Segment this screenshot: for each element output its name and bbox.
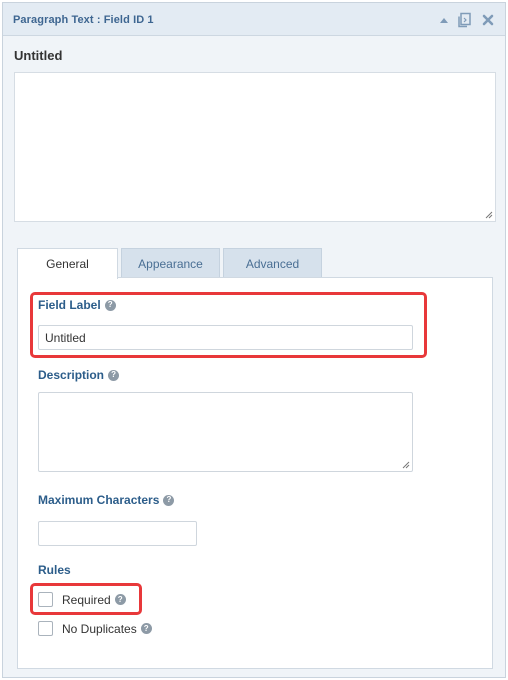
no-duplicates-label: No Duplicates: [62, 621, 137, 636]
preview-textarea[interactable]: [14, 72, 496, 222]
help-icon[interactable]: ?: [163, 494, 175, 506]
preview-field-label: Untitled: [14, 48, 63, 63]
panel-header: Paragraph Text : Field ID 1: [3, 3, 505, 36]
help-icon[interactable]: ?: [140, 623, 152, 634]
field-settings-panel: Paragraph Text : Field ID 1 Untitled Gen…: [2, 2, 506, 678]
general-tab-content: Field Label ? Untitled Description ? Max…: [17, 277, 493, 669]
required-highlight: [30, 583, 142, 615]
description-heading: Description ?: [38, 368, 120, 382]
tab-advanced[interactable]: Advanced: [223, 248, 322, 278]
description-textarea[interactable]: [38, 392, 413, 472]
tab-appearance[interactable]: Appearance: [121, 248, 220, 278]
description-text: Description: [38, 368, 105, 382]
help-icon[interactable]: ?: [108, 369, 120, 381]
panel-title: Paragraph Text : Field ID 1: [13, 14, 154, 26]
rules-heading: Rules: [38, 563, 71, 577]
max-chars-input[interactable]: [38, 521, 197, 546]
collapse-arrow-icon[interactable]: [436, 12, 452, 28]
close-icon[interactable]: [480, 12, 496, 28]
no-duplicates-row: No Duplicates ?: [38, 621, 152, 636]
no-duplicates-checkbox[interactable]: [38, 621, 53, 636]
duplicate-icon[interactable]: [456, 12, 472, 28]
resize-grip-icon[interactable]: [402, 461, 410, 469]
field-label-highlight: [30, 292, 427, 358]
tab-general[interactable]: General: [17, 248, 118, 279]
resize-grip-icon[interactable]: [485, 211, 493, 219]
max-chars-heading: Maximum Characters ?: [38, 493, 175, 507]
max-chars-text: Maximum Characters: [38, 493, 160, 507]
